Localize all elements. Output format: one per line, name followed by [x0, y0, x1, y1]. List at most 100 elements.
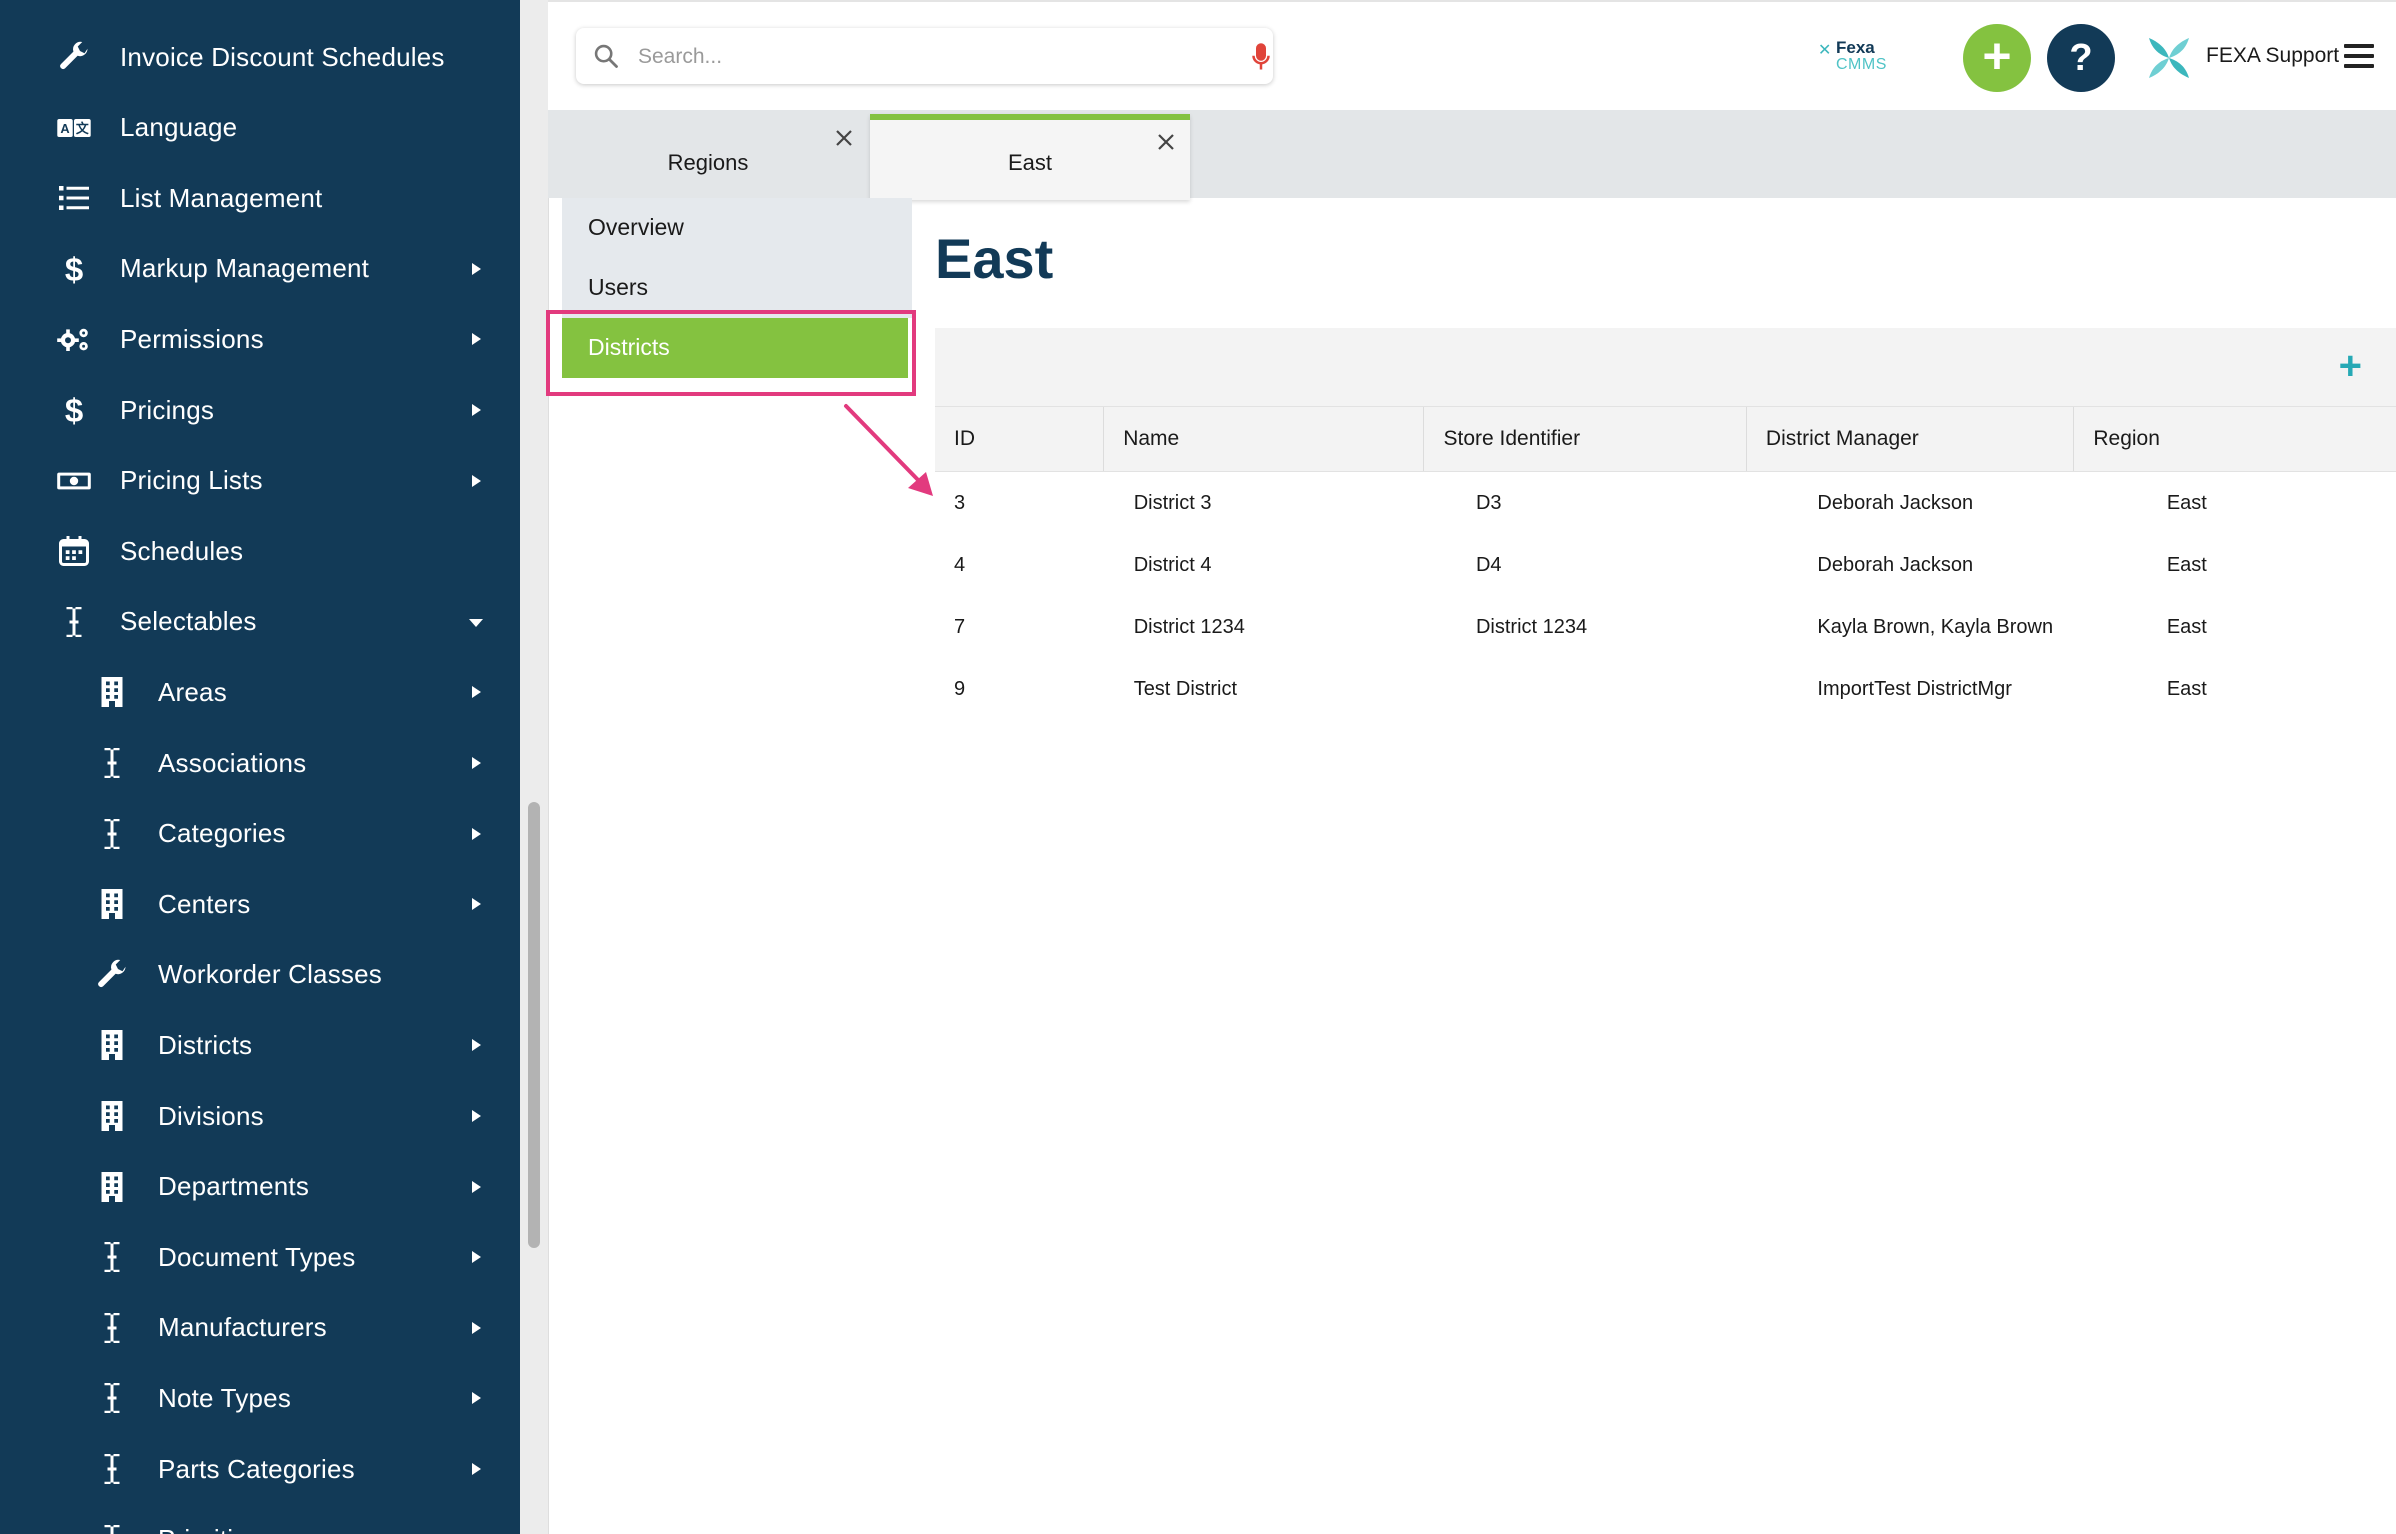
column-header-district-manager[interactable]: District Manager	[1745, 406, 2074, 472]
sidebar-item-label: Pricing Lists	[120, 465, 263, 496]
sidebar-item-pricings[interactable]: $ Pricings	[0, 375, 520, 445]
cell-text: ImportTest DistrictMgr	[1817, 677, 2012, 700]
sidebar-item-label: Markup Management	[120, 253, 370, 284]
cell-id: 4	[935, 534, 1104, 596]
sidebar-item-departments[interactable]: Departments	[0, 1152, 520, 1222]
sidebar-item-label: Note Types	[158, 1382, 292, 1413]
caret-right-icon[interactable]	[465, 893, 487, 915]
caret-right-icon[interactable]	[465, 1246, 487, 1268]
cell-text: District 3	[1133, 491, 1212, 514]
close-icon[interactable]	[1156, 132, 1176, 152]
sidebar-item-list-management[interactable]: List Management	[0, 163, 520, 233]
sidebar-item-label: Associations	[158, 747, 307, 778]
cell-district-manager: Kayla Brown, Kayla Brown	[1746, 596, 2073, 658]
table-toolbar: +	[935, 328, 2396, 406]
caret-right-icon[interactable]	[465, 1105, 487, 1127]
text-cursor-icon	[90, 1447, 134, 1491]
search-box[interactable]	[576, 28, 1273, 84]
subnav-item-districts[interactable]: Districts	[562, 318, 908, 378]
company-logo-icon	[2149, 38, 2189, 78]
caret-right-icon[interactable]	[465, 681, 487, 703]
add-district-button[interactable]: +	[2339, 346, 2362, 386]
sidebar-item-document-types[interactable]: Document Types	[0, 1222, 520, 1292]
search-input[interactable]	[636, 38, 1200, 76]
sidebar-item-pricing-lists[interactable]: Pricing Lists	[0, 446, 520, 516]
cell-text: District 4	[1133, 553, 1212, 576]
user-name[interactable]: FEXA Support	[2206, 44, 2339, 68]
caret-right-icon[interactable]	[465, 258, 487, 280]
sidebar-item-label: Manufacturers	[158, 1312, 327, 1343]
caret-right-icon[interactable]	[465, 1529, 487, 1534]
subnav-item-overview[interactable]: Overview	[562, 198, 912, 258]
sidebar-item-permissions[interactable]: Permissions	[0, 304, 520, 374]
sidebar-item-categories[interactable]: Categories	[0, 799, 520, 869]
sidebar-item-invoice-discount-schedules[interactable]: Invoice Discount Schedules	[0, 22, 520, 92]
caret-right-icon[interactable]	[465, 470, 487, 492]
tab-strip: Regions East	[548, 110, 2396, 200]
cell-text: Test District	[1133, 677, 1238, 700]
sidebar-item-language[interactable]: A 文 Language	[0, 93, 520, 163]
sidebar-item-label: Schedules	[120, 535, 244, 566]
caret-right-icon[interactable]	[465, 1317, 487, 1339]
cell-text: East	[2166, 677, 2207, 700]
sidebar-item-districts[interactable]: Districts	[0, 1010, 520, 1080]
table-row[interactable]: 4 District 4 D4 Deborah Jackson East	[935, 534, 2396, 596]
column-header-region[interactable]: Region	[2073, 406, 2396, 472]
sidebar-item-centers[interactable]: Centers	[0, 869, 520, 939]
brand-x-icon: ✕	[1818, 42, 1832, 59]
sidebar-item-note-types[interactable]: Note Types	[0, 1363, 520, 1433]
table-row[interactable]: 9 Test District ImportTest DistrictMgr East	[935, 658, 2396, 720]
caret-right-icon[interactable]	[465, 328, 487, 350]
building-icon	[90, 1023, 134, 1067]
caret-right-icon[interactable]	[465, 752, 487, 774]
wrench-icon	[90, 953, 134, 997]
caret-right-icon[interactable]	[465, 1387, 487, 1409]
subnav-item-users[interactable]: Users	[562, 258, 912, 318]
svg-text:A: A	[60, 121, 69, 136]
cell-text: 4	[954, 553, 966, 576]
table-row[interactable]: 3 District 3 D3 Deborah Jackson East	[935, 472, 2396, 535]
subnav-label: Districts	[588, 334, 670, 360]
close-icon[interactable]	[834, 128, 854, 148]
help-button[interactable]: ?	[2047, 24, 2115, 92]
scrollbar-thumb[interactable]	[528, 802, 540, 1248]
caret-down-icon[interactable]	[465, 611, 487, 633]
sidebar-item-markup-management[interactable]: $ Markup Management	[0, 234, 520, 304]
sidebar-scrollbar[interactable]	[520, 0, 549, 1534]
column-header-id[interactable]: ID	[935, 406, 1104, 472]
svg-text:文: 文	[76, 121, 89, 136]
hamburger-menu-icon[interactable]	[2344, 44, 2374, 70]
sidebar-item-associations[interactable]: Associations	[0, 728, 520, 798]
table-header-row: ID Name Store Identifier District Manage…	[935, 406, 2396, 472]
column-header-name[interactable]: Name	[1103, 406, 1424, 472]
building-icon	[90, 1094, 134, 1138]
cell-district-manager: Deborah Jackson	[1746, 534, 2073, 596]
caret-right-icon[interactable]	[465, 1458, 487, 1480]
caret-right-icon[interactable]	[465, 823, 487, 845]
language-icon: A文	[52, 106, 96, 150]
cell-text: 3	[954, 491, 966, 514]
sidebar-item-workorder-classes[interactable]: Workorder Classes	[0, 940, 520, 1010]
sidebar-item-schedules[interactable]: Schedules	[0, 516, 520, 586]
cell-name: District 3	[1104, 472, 1424, 535]
brand-subtitle: CMMS	[1836, 56, 1887, 73]
sidebar-item-divisions[interactable]: Divisions	[0, 1081, 520, 1151]
table-row[interactable]: 7 District 1234 District 1234 Kayla Brown, …	[935, 596, 2396, 658]
sidebar-item-selectables[interactable]: Selectables	[0, 587, 520, 657]
cell-region: East	[2074, 658, 2396, 720]
sidebar-item-manufacturers[interactable]: Manufacturers	[0, 1293, 520, 1363]
column-header-store-identifier[interactable]: Store Identifier	[1423, 406, 1747, 472]
sidebar-item-priorities[interactable]: Priorities	[0, 1505, 520, 1534]
cell-text: East	[2166, 615, 2207, 638]
caret-right-icon[interactable]	[465, 1034, 487, 1056]
tab-regions[interactable]: Regions	[548, 116, 868, 198]
tab-east[interactable]: East	[870, 114, 1190, 200]
microphone-icon[interactable]	[1250, 42, 1272, 72]
sidebar-item-areas[interactable]: Areas	[0, 657, 520, 727]
sidebar-item-parts-categories[interactable]: Parts Categories	[0, 1434, 520, 1504]
caret-right-icon[interactable]	[465, 1176, 487, 1198]
caret-right-icon[interactable]	[465, 399, 487, 421]
cell-name: District 1234	[1104, 596, 1424, 658]
cell-id: 3	[935, 472, 1104, 535]
add-button[interactable]: +	[1963, 24, 2031, 92]
